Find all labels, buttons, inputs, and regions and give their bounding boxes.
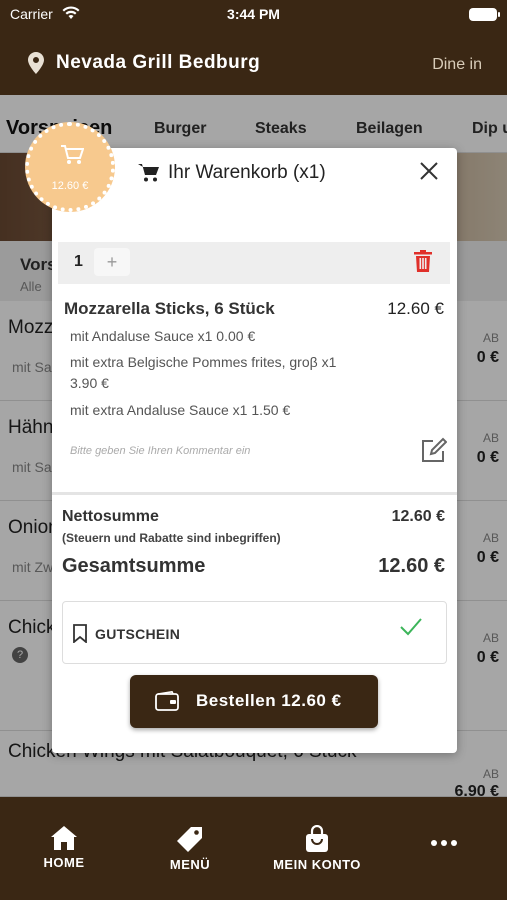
voucher-field[interactable]: GUTSCHEIN xyxy=(62,601,447,664)
divider xyxy=(52,492,457,495)
cart-item-option: mit extra Andaluse Sauce x1 1.50 € xyxy=(70,402,291,418)
more-icon xyxy=(431,840,457,846)
cart-badge-price: 12.60 € xyxy=(51,180,89,192)
increase-quantity-button[interactable]: + xyxy=(94,248,130,276)
cart-modal: Ihr Warenkorb (x1) 1 + Mozzarella Sticks… xyxy=(52,148,457,753)
nav-account-label: MEIN KONTO xyxy=(273,857,361,872)
order-button[interactable]: Bestellen 12.60 € xyxy=(130,675,378,728)
quantity-value: 1 xyxy=(74,253,83,270)
grand-total-value: 12.60 € xyxy=(378,555,445,577)
edit-comment-icon[interactable] xyxy=(419,437,447,465)
cart-icon xyxy=(61,145,84,164)
carrier-label: Carrier xyxy=(10,6,53,22)
cart-badge[interactable]: 12.60 € xyxy=(25,122,115,212)
app-header: Carrier 3:44 PM Nevada Grill Bedburg Din… xyxy=(0,0,507,95)
status-bar: Carrier 3:44 PM xyxy=(10,6,500,24)
net-total-value: 12.60 € xyxy=(391,508,445,525)
trash-icon[interactable] xyxy=(414,250,432,272)
nav-menu-label: MENÜ xyxy=(169,857,211,872)
quantity-bar: 1 + xyxy=(58,242,450,284)
nav-home-label: HOME xyxy=(43,855,85,870)
grand-total-label: Gesamtsumme xyxy=(62,555,206,577)
wifi-icon xyxy=(62,6,80,19)
restaurant-name[interactable]: Nevada Grill Bedburg xyxy=(56,52,260,74)
voucher-label: GUTSCHEIN xyxy=(95,626,181,642)
order-button-label: Bestellen 12.60 € xyxy=(196,691,342,710)
cart-item-option: mit extra Belgische Pommes frites, groβ … xyxy=(70,354,337,391)
nav-menu[interactable]: MENÜ xyxy=(166,825,214,872)
check-icon[interactable] xyxy=(400,618,422,636)
wallet-icon xyxy=(155,691,179,711)
nav-account[interactable]: MEIN KONTO xyxy=(268,825,366,872)
status-time: 3:44 PM xyxy=(227,6,280,22)
cart-item-option: mit Andaluse Sauce x1 0.00 € xyxy=(70,328,256,344)
cart-item-name: Mozzarella Sticks, 6 Stück xyxy=(64,299,275,318)
home-icon xyxy=(51,826,77,850)
location-pin-icon xyxy=(28,52,44,74)
dine-in-toggle[interactable]: Dine in xyxy=(432,56,482,74)
cart-icon xyxy=(138,164,159,182)
net-total-label: Nettosumme xyxy=(62,508,159,525)
comment-input[interactable]: Bitte geben Sie Ihren Kommentar ein xyxy=(70,445,250,457)
shopping-bag-icon xyxy=(306,825,328,852)
close-icon[interactable] xyxy=(417,159,441,183)
nav-home[interactable]: HOME xyxy=(40,825,88,870)
battery-icon xyxy=(469,8,500,21)
bottom-navigation: HOME MENÜ MEIN KONTO xyxy=(0,797,507,900)
bookmark-icon xyxy=(73,624,87,643)
nav-more[interactable] xyxy=(428,839,460,851)
cart-item-price: 12.60 € xyxy=(387,299,444,318)
cart-title: Ihr Warenkorb (x1) xyxy=(168,162,326,183)
tax-note: (Steuern und Rabatte sind inbegriffen) xyxy=(62,531,281,545)
tag-icon xyxy=(177,827,202,852)
